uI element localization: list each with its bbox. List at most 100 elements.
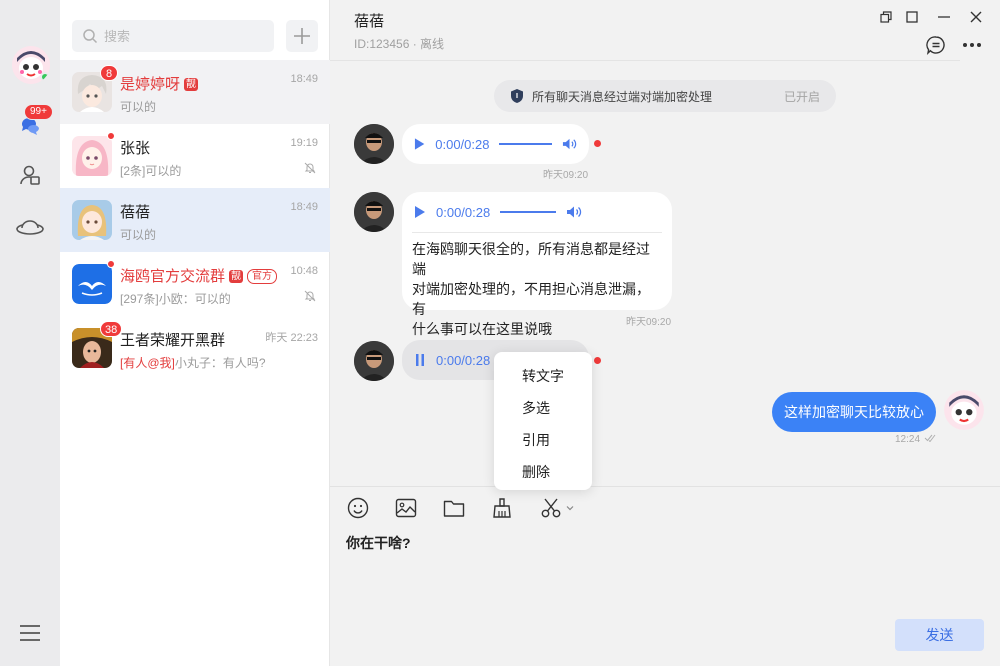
- mention-label: [有人@我]: [120, 356, 175, 370]
- speaker-icon: [562, 138, 577, 150]
- contact-avatar[interactable]: [354, 192, 394, 232]
- contacts-nav-button[interactable]: [15, 160, 45, 190]
- screenshot-button[interactable]: [537, 495, 577, 521]
- hamburger-icon: [20, 625, 40, 641]
- contact-avatar[interactable]: [354, 341, 394, 381]
- header-divider: [330, 60, 960, 61]
- pause-icon[interactable]: [414, 353, 426, 367]
- menu-item-delete[interactable]: 删除: [494, 456, 592, 488]
- more-dots-icon: [963, 43, 981, 47]
- voice-message-bubble[interactable]: 0:00/0:28 在海鸥聊天很全的，所有消息都是经过端 对端加密处理的，不用担…: [402, 192, 672, 337]
- menu-item-transcribe[interactable]: 转文字: [494, 360, 592, 392]
- menu-item-multiselect[interactable]: 多选: [494, 392, 592, 424]
- my-message-avatar[interactable]: [944, 390, 984, 430]
- conversation-time: 19:19: [290, 137, 318, 149]
- conversation-time: 昨天 22:23: [265, 332, 318, 344]
- unplayed-dot: [594, 140, 601, 147]
- encryption-status: 已开启: [783, 89, 820, 104]
- search-icon: [83, 29, 98, 44]
- unread-badge: 38: [100, 321, 123, 337]
- menu-item-quote[interactable]: 引用: [494, 424, 592, 456]
- message-time: 昨天09:20: [543, 170, 589, 181]
- conversation-name: 张张: [120, 140, 151, 157]
- mute-icon: [304, 290, 316, 302]
- restore-icon: [880, 11, 892, 23]
- close-icon: [970, 11, 982, 23]
- image-button[interactable]: [393, 495, 419, 521]
- conversation-item-active[interactable]: 蓓蓓 18:49 可以的: [60, 188, 330, 252]
- conversation-item[interactable]: 8 是婷婷呀靓 18:49 可以的: [60, 60, 330, 124]
- search-box[interactable]: [72, 20, 274, 52]
- anime-girl-blonde-avatar: [72, 200, 112, 240]
- unread-count-badge: 99+: [24, 104, 53, 120]
- conversation-preview: [2条]可以的: [120, 164, 182, 178]
- transcript-divider: [412, 232, 662, 233]
- chat-title: 蓓蓓: [354, 13, 385, 30]
- conversation-list-panel: 8 是婷婷呀靓 18:49 可以的 张张 19:19 [2条]可以的: [60, 0, 330, 666]
- chat-info-button[interactable]: [923, 32, 949, 58]
- nav-rail: 99+: [0, 0, 60, 666]
- voice-transcript: 在海鸥聊天很全的，所有消息都是经过端 对端加密处理的，不用担心消息泄漏，有 什么…: [412, 241, 650, 337]
- conversation-time: 18:49: [290, 73, 318, 85]
- voice-duration: 0:00/0:28: [435, 136, 490, 152]
- conversation-preview: 可以的: [120, 100, 157, 114]
- voice-duration: 0:00/0:28: [436, 204, 491, 220]
- conversation-item[interactable]: 张张 19:19 [2条]可以的: [60, 124, 330, 188]
- menu-button[interactable]: [15, 618, 45, 648]
- close-window-button[interactable]: [965, 6, 987, 28]
- conversation-preview: [有人@我]小丸子：有人吗?: [120, 356, 266, 370]
- read-check-icon: [924, 434, 936, 442]
- add-button[interactable]: [286, 20, 318, 52]
- chat-subtitle: ID:123456 · 离线: [354, 37, 445, 51]
- discover-nav-button[interactable]: [15, 212, 45, 242]
- message-time: 12:24: [895, 434, 921, 445]
- anime-girl-pink-avatar: [72, 136, 112, 176]
- seagull-logo-avatar: [72, 264, 112, 304]
- unread-dot: [107, 132, 115, 140]
- minimize-icon: [938, 16, 950, 18]
- conversation-name: 是婷婷呀靓: [120, 76, 199, 93]
- contacts-icon: [20, 165, 40, 185]
- broom-icon: [493, 498, 511, 518]
- emoji-button[interactable]: [345, 495, 371, 521]
- unplayed-dot: [594, 357, 601, 364]
- voice-progress-track[interactable]: [499, 143, 552, 145]
- voice-message-bubble[interactable]: 0:00/0:28: [402, 124, 589, 164]
- maximize-icon: [906, 11, 918, 23]
- file-button[interactable]: [441, 495, 467, 521]
- folder-icon: [443, 500, 465, 517]
- unread-dot: [107, 260, 115, 268]
- shield-icon: [511, 89, 523, 103]
- image-icon: [395, 498, 417, 518]
- unread-badge: 8: [100, 65, 118, 81]
- conversation-item[interactable]: 海鸥官方交流群靓官方 10:48 [297条]小欧：可以的: [60, 252, 330, 316]
- play-icon[interactable]: [414, 137, 425, 151]
- contact-avatar[interactable]: [354, 124, 394, 164]
- send-button[interactable]: 发送: [895, 619, 984, 651]
- maximize-window-button[interactable]: [901, 6, 923, 28]
- voice-progress-track[interactable]: [500, 211, 557, 213]
- minimize-window-button[interactable]: [933, 6, 955, 28]
- restore-window-button[interactable]: [875, 6, 897, 28]
- search-input[interactable]: [104, 28, 264, 44]
- chat-panel: 蓓蓓 ID:123456 · 离线 所有聊天消息经过端对端加密处理 已开启 0:…: [330, 0, 1000, 666]
- scissors-icon: [541, 498, 560, 518]
- mute-icon: [304, 162, 316, 174]
- my-avatar[interactable]: [12, 46, 50, 84]
- conversation-item[interactable]: 38 王者荣耀开黑群 昨天 22:23 [有人@我]小丸子：有人吗?: [60, 316, 330, 380]
- conversation-preview: [297条]小欧：可以的: [120, 292, 231, 306]
- conversation-time: 18:49: [290, 201, 318, 213]
- chat-detail-icon: [926, 36, 945, 55]
- message-time: 昨天09:20: [626, 317, 672, 328]
- emoji-icon: [347, 497, 369, 519]
- message-draft[interactable]: 你在干啥?: [346, 533, 411, 553]
- play-icon[interactable]: [414, 205, 426, 219]
- vip-tag: 靓: [184, 78, 199, 91]
- encryption-notice: 所有聊天消息经过端对端加密处理 已开启: [494, 80, 836, 112]
- plus-icon: [294, 28, 310, 44]
- outgoing-message-bubble[interactable]: 这样加密聊天比较放心: [772, 392, 936, 432]
- more-options-button[interactable]: [959, 32, 985, 58]
- message-context-menu: 转文字 多选 引用 删除: [494, 352, 592, 490]
- conversation-time: 10:48: [290, 265, 318, 277]
- clear-button[interactable]: [489, 495, 515, 521]
